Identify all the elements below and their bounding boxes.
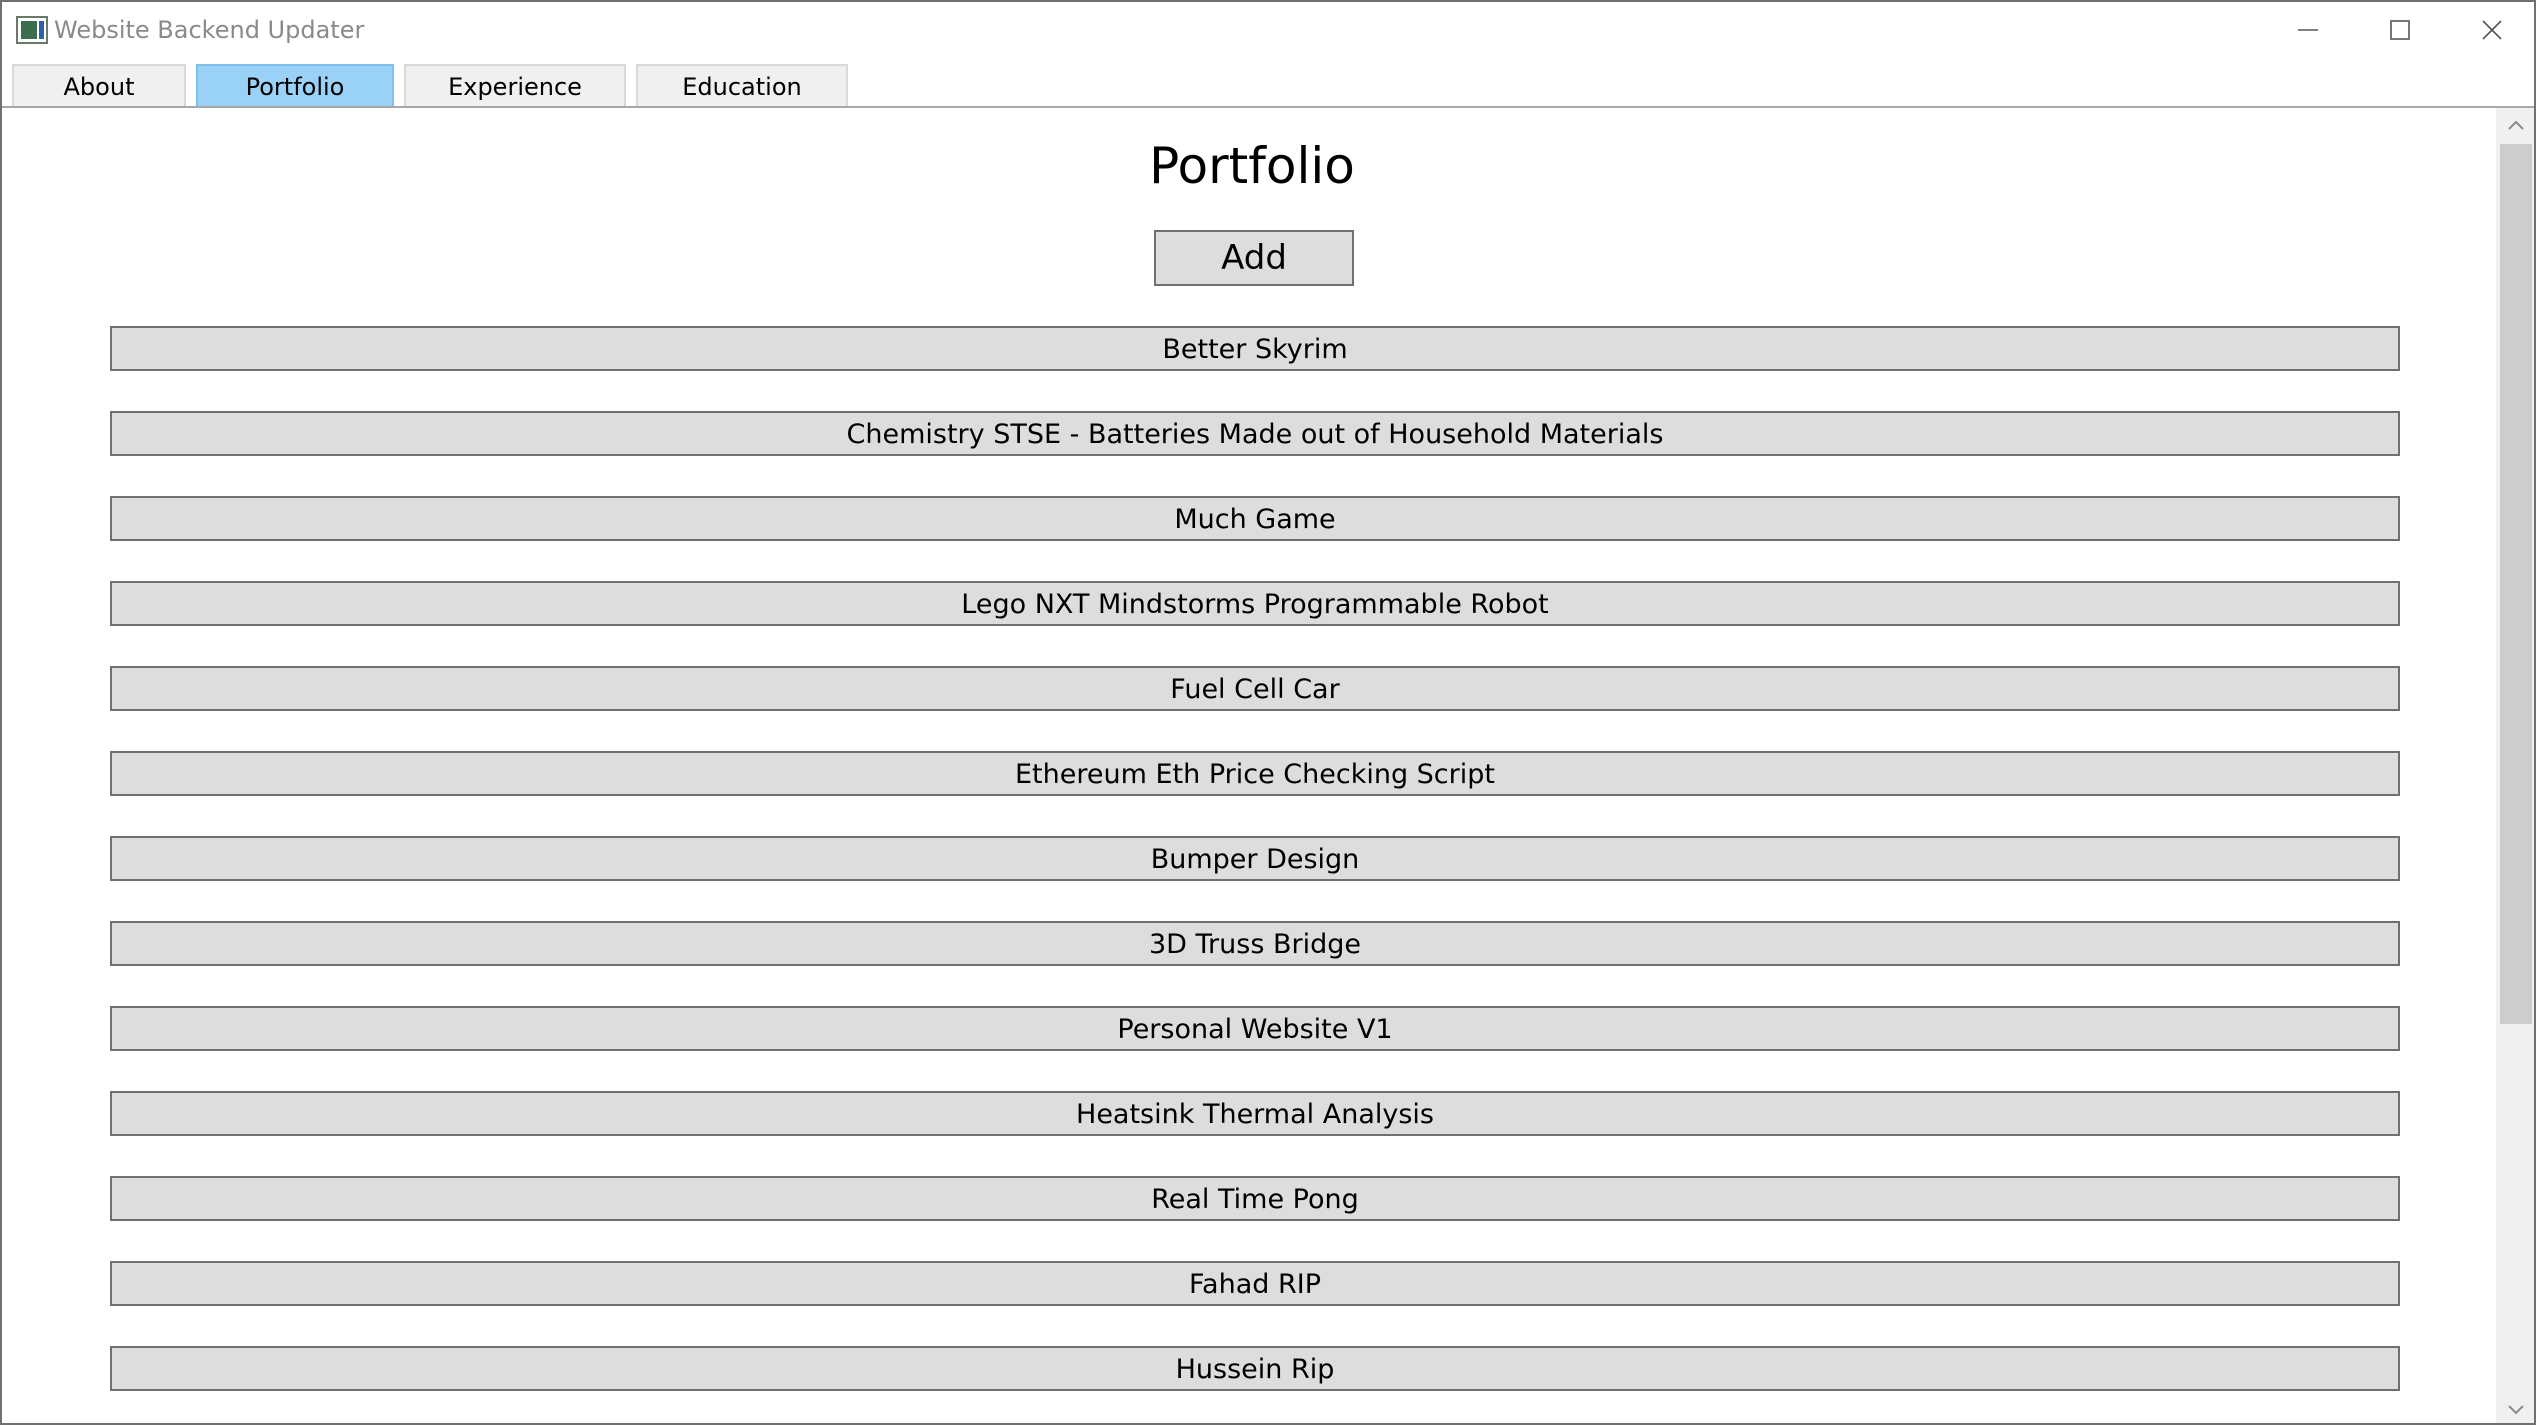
scroll-up-button[interactable] — [2496, 108, 2534, 142]
portfolio-item-button[interactable]: Ethereum Eth Price Checking Script — [110, 751, 2400, 796]
app-window: Website Backend Updater About Portfolio … — [0, 0, 2536, 1425]
tab-education[interactable]: Education — [636, 64, 848, 108]
portfolio-item-button[interactable]: Much Game — [110, 496, 2400, 541]
close-icon — [2482, 20, 2502, 40]
close-button[interactable] — [2446, 2, 2534, 58]
portfolio-item-button[interactable]: Personal Website V1 — [110, 1006, 2400, 1051]
chevron-up-icon — [2508, 120, 2524, 130]
page-title: Portfolio — [1149, 137, 1355, 195]
tab-about[interactable]: About — [12, 64, 186, 108]
tab-portfolio[interactable]: Portfolio — [196, 64, 394, 108]
minimize-icon — [2298, 29, 2318, 31]
maximize-button[interactable] — [2354, 2, 2446, 58]
portfolio-list: Better Skyrim Chemistry STSE - Batteries… — [110, 326, 2400, 1423]
portfolio-item-button[interactable]: Better Skyrim — [110, 326, 2400, 371]
portfolio-item-button[interactable]: Heatsink Thermal Analysis — [110, 1091, 2400, 1136]
maximize-icon — [2390, 20, 2410, 40]
add-button[interactable]: Add — [1154, 230, 1354, 286]
scroll-thumb[interactable] — [2500, 144, 2532, 1024]
portfolio-item-button[interactable]: Hussein Rip — [110, 1346, 2400, 1391]
window-title: Website Backend Updater — [54, 16, 365, 44]
scroll-down-button[interactable] — [2496, 1393, 2534, 1423]
portfolio-panel: Portfolio Add Better Skyrim Chemistry ST… — [2, 108, 2496, 1423]
portfolio-item-button[interactable]: Lego NXT Mindstorms Programmable Robot — [110, 581, 2400, 626]
portfolio-item-button[interactable]: Fuel Cell Car — [110, 666, 2400, 711]
portfolio-item-button[interactable]: Chemistry STSE - Batteries Made out of H… — [110, 411, 2400, 456]
portfolio-item-button[interactable]: Fahad RIP — [110, 1261, 2400, 1306]
portfolio-item-button[interactable]: 3D Truss Bridge — [110, 921, 2400, 966]
tab-experience[interactable]: Experience — [404, 64, 626, 108]
minimize-button[interactable] — [2262, 2, 2354, 58]
portfolio-item-button[interactable]: Real Time Pong — [110, 1176, 2400, 1221]
vertical-scrollbar[interactable] — [2496, 108, 2534, 1423]
portfolio-item-button[interactable]: Bumper Design — [110, 836, 2400, 881]
tab-strip: About Portfolio Experience Education — [2, 58, 2534, 108]
app-window-icon — [16, 16, 48, 44]
title-bar: Website Backend Updater — [2, 2, 2534, 58]
chevron-down-icon — [2508, 1405, 2524, 1415]
